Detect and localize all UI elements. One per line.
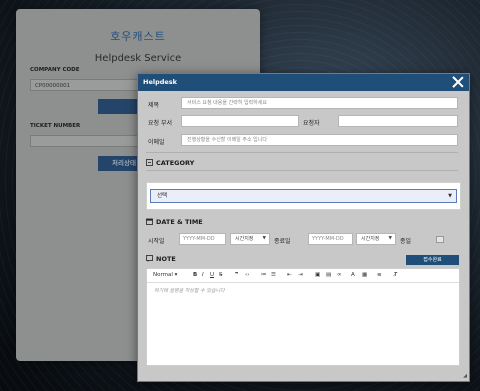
format-select[interactable]: Normal ▾ [153, 272, 177, 279]
requester-input[interactable] [338, 115, 458, 127]
bold-icon[interactable]: B [193, 272, 197, 279]
ticket-number-label: TICKET NUMBER [30, 123, 81, 129]
start-time-value: 시간지정 [235, 236, 254, 242]
service-subtitle: Helpdesk Service [94, 53, 182, 64]
video-icon[interactable]: ▤ [326, 272, 331, 279]
start-time-select[interactable]: 시간지정 ▼ [230, 233, 270, 245]
brand-title: 호우캐스트 [110, 30, 166, 43]
editor-placeholder: 여기에 설명을 작성할 수 있습니다 [154, 288, 225, 294]
divider [146, 152, 458, 153]
category-heading-text: CATEGORY [156, 159, 195, 167]
category-selected-value: 선택 [157, 193, 168, 199]
modal-title: Helpdesk [143, 78, 177, 86]
quote-icon[interactable]: ❞ [235, 272, 238, 279]
calendar-icon [146, 218, 153, 225]
close-icon[interactable] [452, 76, 464, 88]
end-time-value: 시간지정 [361, 236, 380, 242]
italic-icon[interactable]: I [202, 272, 204, 279]
allday-checkbox[interactable] [436, 236, 444, 243]
start-date-input[interactable]: YYYY-MM-DD [179, 233, 226, 245]
allday-label: 종일 [400, 238, 412, 245]
chevron-down-icon: ▼ [448, 193, 452, 199]
register-button[interactable]: 접수완료 [406, 255, 459, 265]
format-select-value: Normal [153, 272, 173, 278]
outdent-icon[interactable]: ⇤ [287, 272, 292, 279]
start-date-label: 시작일 [148, 238, 165, 245]
chevron-down-icon: ▼ [262, 236, 266, 241]
underline-icon[interactable]: U [210, 272, 214, 279]
code-icon[interactable]: ‹› [245, 272, 249, 279]
title-input[interactable]: 서비스 요청 내용을 간략히 입력하세요 [181, 97, 458, 109]
category-heading: CATEGORY [146, 159, 194, 167]
datetime-heading-text: DATE & TIME [156, 218, 203, 226]
note-heading-text: NOTE [156, 255, 176, 263]
bullet-list-icon[interactable]: ☰ [271, 272, 276, 279]
end-time-select[interactable]: 시간지정 ▼ [356, 233, 396, 245]
align-icon[interactable]: A [351, 272, 355, 279]
dept-label: 요청 부서 [148, 120, 172, 127]
clear-format-icon[interactable]: T̸ [394, 272, 397, 279]
end-date-label: 종료일 [274, 238, 291, 245]
note-heading: NOTE [146, 255, 176, 263]
modal-header: Helpdesk [138, 74, 469, 91]
category-icon [146, 159, 153, 166]
dept-input[interactable] [181, 115, 299, 127]
email-label: 이메일 [148, 139, 165, 146]
helpdesk-modal: Helpdesk 제목 서비스 요청 내용을 간략히 입력하세요 요청 부서 요… [137, 73, 470, 382]
datetime-heading: DATE & TIME [146, 218, 203, 226]
modal-body: 제목 서비스 요청 내용을 간략히 입력하세요 요청 부서 요청자 이메일 진행… [138, 91, 469, 381]
align-justify-icon[interactable]: ≡ [377, 272, 382, 279]
ordered-list-icon[interactable]: ≔ [261, 272, 267, 279]
strike-icon[interactable]: S̶ [219, 272, 223, 279]
note-editor[interactable]: Normal ▾ B I U S̶ ❞ ‹› ≔ ☰ ⇤ ⇥ ▣ ▤ ∞ A ▦… [146, 268, 460, 366]
requester-label: 요청자 [303, 120, 320, 127]
divider [146, 170, 458, 171]
link-icon[interactable]: ∞ [337, 272, 342, 279]
note-icon [146, 255, 153, 262]
email-input[interactable]: 진행상황을 수신할 이메일 주소 입니다 [181, 134, 458, 146]
clean-icon[interactable]: ▦ [362, 272, 367, 279]
end-date-input[interactable]: YYYY-MM-DD [308, 233, 353, 245]
chevron-down-icon: ▼ [388, 236, 392, 241]
image-icon[interactable]: ▣ [315, 272, 320, 279]
title-label: 제목 [148, 102, 160, 109]
company-code-label: COMPANY CODE [30, 67, 80, 73]
indent-icon[interactable]: ⇥ [298, 272, 303, 279]
resize-handle-icon[interactable]: ◢ [463, 373, 467, 379]
category-select[interactable]: 선택 ▼ [150, 189, 457, 203]
editor-toolbar: Normal ▾ B I U S̶ ❞ ‹› ≔ ☰ ⇤ ⇥ ▣ ▤ ∞ A ▦… [147, 269, 459, 283]
